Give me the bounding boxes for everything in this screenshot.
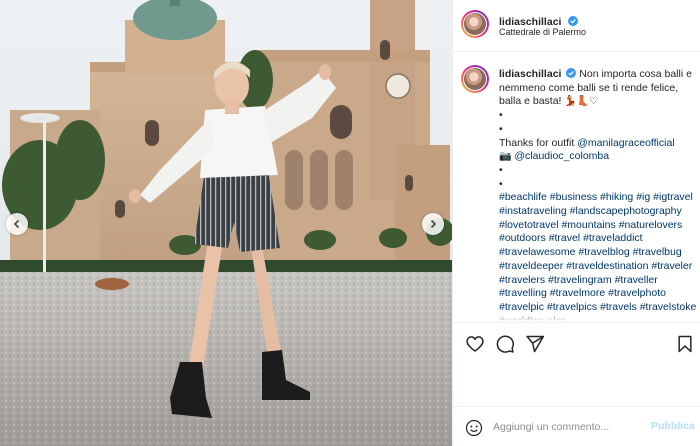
hashtag-link[interactable]: #mountains [561,219,615,231]
boot-emoji-icon: 👢 [576,96,590,108]
caption-dot: • [499,122,503,135]
paper-plane-icon [526,335,545,353]
hashtag-link[interactable]: #travelers [499,274,545,286]
add-comment-bar: Pubblica [453,406,700,446]
hashtag-link[interactable]: #travelawesome [499,246,575,258]
mention-link[interactable]: @claudioc_colomba [514,150,609,162]
hashtag-link[interactable]: #traveler [651,260,692,272]
bookmark-icon [678,335,692,353]
avatar[interactable] [461,10,489,38]
like-button[interactable] [465,334,485,354]
avatar[interactable] [461,65,489,93]
verified-badge-icon [567,16,578,26]
hashtag-link[interactable]: #travelphoto [608,287,666,299]
hashtag-link[interactable]: #traveldeeper [499,260,563,272]
hashtag-link[interactable]: #travelstoke [640,301,697,313]
hashtag-link[interactable]: #outdoors [499,232,546,244]
previous-slide-button[interactable] [6,213,28,235]
action-bar [453,322,700,362]
caption-dot: • [499,163,503,176]
comment-input[interactable] [493,419,643,435]
hashtag-link[interactable]: #travelpic [499,301,544,313]
hashtag-link[interactable]: #hiking [600,191,633,203]
next-slide-button[interactable] [422,213,444,235]
caption-area: lidiaschillaci Non importa cosa balli e … [453,53,700,321]
hashtag-link[interactable]: #business [550,191,597,203]
post-header: lidiaschillaci Cattedrale di Palermo [453,0,700,52]
caption-username-link[interactable]: lidiaschillaci [499,68,561,80]
hashtag-link[interactable]: #ig [636,191,650,203]
hashtag-link[interactable]: #lovetotravel [499,219,559,231]
mention-link[interactable]: @manilagraceofficial [577,137,674,149]
verified-badge-icon [566,68,577,78]
hashtag-link[interactable]: #travelbug [633,246,682,258]
heart-icon [466,336,484,353]
hashtag-link[interactable]: #travelpics [547,301,597,313]
instagram-post: lidiaschillaci Cattedrale di Palermo lid… [0,0,700,446]
caption-dot: • [499,177,503,190]
hashtag-link[interactable]: #instatraveling [499,205,567,217]
hashtag-link[interactable]: #travel [549,232,581,244]
camera-emoji-icon: 📷 [499,151,512,163]
post-photo[interactable] [0,0,452,446]
comment-icon [496,335,514,353]
hashtag-link[interactable]: #travelmore [550,287,605,299]
comment-button[interactable] [495,334,515,354]
hashtag-list: #beachlife #business #hiking #ig #igtrav… [499,191,697,321]
publish-button[interactable]: Pubblica [651,420,695,432]
chevron-left-icon [13,219,20,229]
hashtag-link[interactable]: #landscapephotography [570,205,682,217]
hashtag-link[interactable]: #traveladdict [583,232,643,244]
post-media [0,0,452,446]
post-sidebar: lidiaschillaci Cattedrale di Palermo lid… [452,0,700,446]
hashtag-link[interactable]: #naturelovers [619,219,683,231]
smiley-icon[interactable] [465,419,483,437]
white-heart-emoji-icon: ♡ [589,96,599,108]
hashtag-link[interactable]: #beachlife [499,191,547,203]
caption-text: lidiaschillaci Non importa cosa balli e … [499,68,697,321]
share-button[interactable] [525,334,545,354]
hashtag-link[interactable]: #travelling [499,287,547,299]
save-button[interactable] [675,334,695,354]
location-link[interactable]: Cattedrale di Palermo [499,27,586,37]
chevron-right-icon [430,219,437,229]
hashtag-link[interactable]: #travelblog [578,246,629,258]
thanks-prefix: Thanks for outfit [499,136,575,149]
hashtag-link[interactable]: #igtravel [653,191,693,203]
hashtag-link[interactable]: #travelingram [548,274,612,286]
caption-dot: • [499,109,503,122]
hashtag-link[interactable]: #travels [600,301,637,313]
hashtag-link[interactable]: #traveldestination [566,260,648,272]
hashtag-link[interactable]: #traveller [615,274,658,286]
dancer-emoji-icon: 💃 [564,96,577,108]
